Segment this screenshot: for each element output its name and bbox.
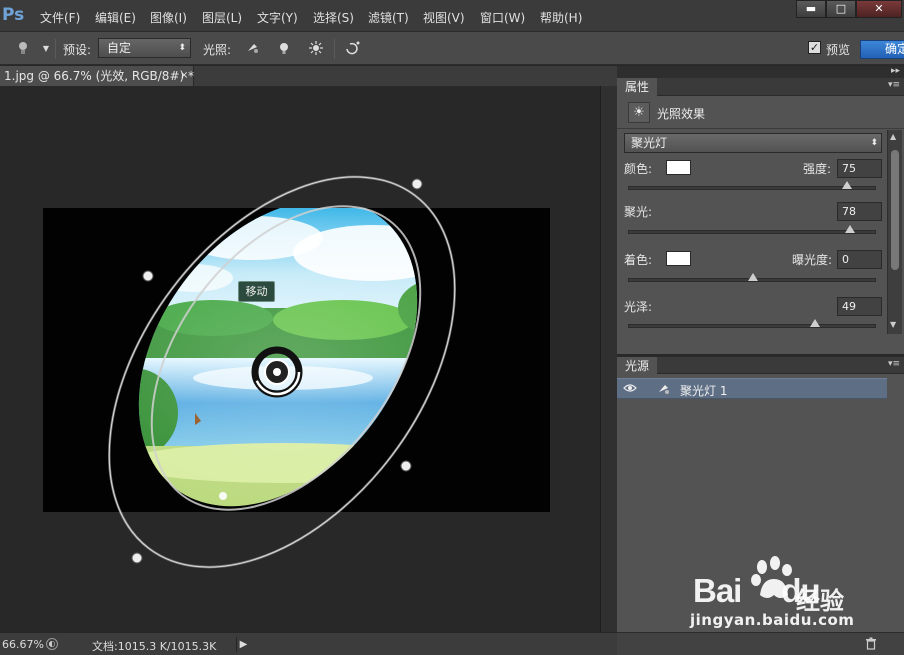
- exposure-input[interactable]: 0: [837, 250, 882, 269]
- properties-scroll-thumb[interactable]: [891, 150, 899, 270]
- exposure-slider-thumb[interactable]: [748, 273, 758, 281]
- baidu-paw-logo-icon: [751, 556, 792, 598]
- exposure-label: 曝光度:: [792, 253, 833, 267]
- menu-layer[interactable]: 图层(L): [202, 9, 242, 26]
- menu-file[interactable]: 文件(F): [40, 9, 80, 26]
- add-point-light-icon[interactable]: [275, 40, 293, 58]
- properties-panel-header: 属性 ▾≡: [617, 78, 904, 96]
- document-tab[interactable]: 1.jpg @ 66.7% (光效, RGB/8#) * ×: [0, 66, 194, 86]
- document-info: 文档:1015.3 K/1015.3K: [92, 640, 217, 653]
- tool-preset-chevron-icon[interactable]: ▼: [37, 40, 55, 58]
- gloss-slider[interactable]: [628, 319, 876, 328]
- light-type-select[interactable]: 聚光灯 ⬍: [624, 133, 882, 153]
- menu-view[interactable]: 视图(V): [423, 9, 465, 26]
- close-button[interactable]: ✕: [856, 0, 902, 18]
- scroll-up-icon[interactable]: ▲: [890, 132, 896, 141]
- collapse-panels-icon[interactable]: ▸▸: [891, 66, 900, 76]
- lights-label: 光照:: [203, 43, 232, 57]
- reset-lights-icon[interactable]: [343, 40, 361, 58]
- hotspot-slider[interactable]: [628, 225, 876, 234]
- properties-title-row: ☀ 光照效果: [617, 96, 904, 129]
- lighting-effects-icon: ☀: [628, 102, 650, 123]
- panel-menu-icon[interactable]: ▾≡: [888, 80, 900, 90]
- properties-panel: ☀ 光照效果 聚光灯 ⬍ 颜色: 强度: 75 聚光: 78 着色: 曝光度: …: [617, 96, 904, 354]
- canvas-area[interactable]: 移动: [0, 86, 600, 632]
- zoom-level[interactable]: 66.67%: [2, 638, 44, 651]
- preset-value: 自定: [107, 41, 132, 55]
- light-type-value: 聚光灯: [631, 136, 668, 150]
- move-tooltip: 移动: [238, 281, 275, 302]
- close-tab-icon[interactable]: ×: [180, 66, 188, 86]
- gloss-slider-thumb[interactable]: [810, 319, 820, 327]
- select-arrow-icon: ⬍: [178, 43, 186, 53]
- menu-edit[interactable]: 编辑(E): [95, 9, 136, 26]
- colorize-label: 着色:: [624, 253, 653, 267]
- hotspot-slider-thumb[interactable]: [844, 225, 855, 233]
- properties-scrollbar[interactable]: ▲ ▼: [887, 130, 902, 334]
- hotspot-input[interactable]: 78: [837, 202, 882, 221]
- lights-panel-footer: [617, 632, 904, 655]
- menu-window[interactable]: 窗口(W): [480, 9, 525, 26]
- add-infinite-light-icon[interactable]: [307, 40, 325, 58]
- lightbulb-tool-icon[interactable]: [14, 40, 32, 58]
- colorize-swatch[interactable]: [666, 251, 691, 266]
- tab-lights[interactable]: 光源: [617, 357, 657, 375]
- gloss-input[interactable]: 49: [837, 297, 882, 316]
- baidu-jingyan-watermark: Bai du 经验 jingyan.baidu.com: [690, 555, 904, 633]
- scroll-down-icon[interactable]: ▼: [890, 320, 896, 329]
- menu-filter[interactable]: 滤镜(T): [368, 9, 409, 26]
- document-tab-title: 1.jpg @ 66.7% (光效, RGB/8#) *: [4, 69, 194, 83]
- status-bar: 66.67% ◐ 文档:1015.3 K/1015.3K ▶: [0, 632, 617, 655]
- spot-light-icon: [657, 382, 671, 396]
- color-swatch[interactable]: [666, 160, 691, 175]
- add-spot-light-icon[interactable]: [244, 40, 262, 58]
- intensity-input[interactable]: 75: [837, 159, 882, 178]
- menu-type[interactable]: 文字(Y): [257, 9, 298, 26]
- light-list-item[interactable]: 聚光灯 1: [617, 378, 887, 399]
- ok-button[interactable]: 确定: [860, 40, 904, 59]
- preset-select[interactable]: 自定 ⬍: [98, 38, 191, 58]
- menu-help[interactable]: 帮助(H): [540, 9, 582, 26]
- select-arrow-icon: ⬍: [870, 138, 878, 148]
- tab-properties[interactable]: 属性: [617, 78, 657, 96]
- canvas-vertical-scrollbar[interactable]: [600, 86, 617, 632]
- photoshop-logo: Ps: [2, 5, 25, 25]
- menu-bar: Ps 文件(F) 编辑(E) 图像(I) 图层(L) 文字(Y) 选择(S) 滤…: [0, 0, 904, 32]
- properties-title: 光照效果: [657, 107, 706, 121]
- status-menu-arrow-icon[interactable]: ▶: [236, 637, 250, 652]
- divider: [55, 39, 56, 59]
- minimize-button[interactable]: ▬: [796, 0, 826, 18]
- trash-icon[interactable]: [864, 637, 878, 651]
- zoom-info-icon[interactable]: ◐: [46, 638, 58, 650]
- spotlight-overlay[interactable]: [0, 86, 600, 632]
- document-tab-bar: 1.jpg @ 66.7% (光效, RGB/8#) * ×: [0, 66, 617, 86]
- preset-label: 预设:: [63, 43, 92, 57]
- watermark-url: jingyan.baidu.com: [690, 611, 855, 629]
- intensity-slider[interactable]: [628, 181, 876, 190]
- lights-panel-header: 光源 ▾≡: [617, 356, 904, 375]
- maximize-button[interactable]: □: [826, 0, 856, 18]
- light-name: 聚光灯 1: [680, 384, 728, 398]
- intensity-label: 强度:: [803, 162, 832, 176]
- options-bar: ▼ 预设: 自定 ⬍ 光照: ✓ 预览 确定: [0, 32, 904, 65]
- exposure-slider[interactable]: [628, 273, 876, 282]
- menu-image[interactable]: 图像(I): [150, 9, 187, 26]
- hotspot-label: 聚光:: [624, 205, 653, 219]
- gloss-label: 光泽:: [624, 300, 653, 314]
- eye-icon[interactable]: [623, 383, 637, 395]
- preview-checkbox[interactable]: ✓: [808, 41, 821, 54]
- menu-select[interactable]: 选择(S): [313, 9, 354, 26]
- panel-dock-top: ▸▸: [617, 66, 904, 78]
- preview-label: 预览: [826, 43, 851, 57]
- color-label: 颜色:: [624, 162, 653, 176]
- panel-menu-icon[interactable]: ▾≡: [888, 359, 900, 369]
- intensity-slider-thumb[interactable]: [842, 181, 853, 189]
- divider: [334, 39, 335, 59]
